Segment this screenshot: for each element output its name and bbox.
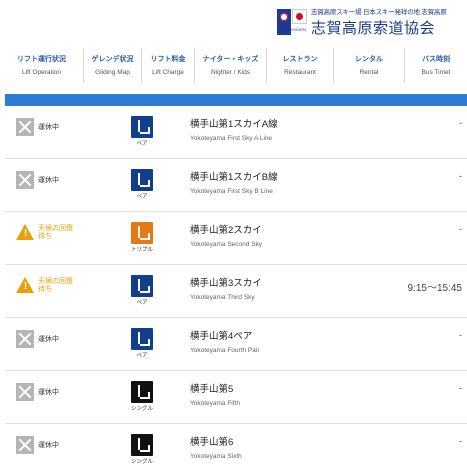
logo-title: 志賀高原索道協会 <box>311 19 436 37</box>
lift-name-en: Yokoteyama Fourth Pair <box>190 347 260 354</box>
operating-hours: - <box>459 330 462 340</box>
lift-name-en: Yokoteyama Second Sky <box>190 241 263 248</box>
chairlift-icon <box>131 169 153 191</box>
chairlift-icon <box>131 381 153 403</box>
status-label: 天候の回復待ち <box>38 225 73 240</box>
lift-row[interactable]: 運休中シングル 横手山第6 Yokoteyama Sixth - <box>5 424 467 474</box>
main-nav: リフト運行状況 Lift Operation ゲレンデ状況 Gliding Ma… <box>0 48 467 82</box>
operating-hours: - <box>459 224 462 234</box>
status-label: 運休中 <box>38 442 59 449</box>
nav-lift-charge[interactable]: リフト料金 Lift Charge <box>142 48 195 82</box>
operating-hours: - <box>459 118 462 128</box>
table-header-bar <box>5 94 467 106</box>
nav-nighter-kids[interactable]: ナイター・キッズ Nighter / Kids <box>195 48 267 82</box>
lift-row[interactable]: 運休中ペア 横手山第1スカイA線 Yokoteyama First Sky A Li… <box>5 106 467 159</box>
suspended-icon <box>16 171 34 189</box>
lift-name-en: Yokoteyama Fifth <box>190 400 240 407</box>
lift-name-en: Yokoteyama First Sky B Line <box>190 188 273 195</box>
logo-subtitle: 志賀高原スキー場 日本スキー発祥の地 志賀高原 <box>311 9 447 16</box>
lift-type-label: シングル <box>130 459 153 465</box>
suspended-icon <box>16 383 34 401</box>
status-label: 運休中 <box>38 177 59 184</box>
lift-name-jp[interactable]: 横手山第2スカイ <box>190 222 262 236</box>
lift-status-list: 運休中 ペア 横手山第1スカイA線 Yokoteyama First Sky A Li… <box>5 106 467 474</box>
lift-type-label: ペア <box>136 353 148 359</box>
lift-row[interactable]: 運休中シングル 横手山第5 Yokoteyama Fifth - <box>5 371 467 424</box>
lift-row[interactable]: 天候の回復待ちトリプル 横手山第2スカイ Yokoteyama Second Sky… <box>5 212 467 265</box>
lift-type-label: ペア <box>136 194 148 200</box>
site-logo[interactable]: SHIGA KOGEN 志賀高原スキー場 日本スキー発祥の地 志賀高原 志賀高原… <box>277 8 447 37</box>
lift-type-label: ペア <box>136 300 148 306</box>
lift-name-jp[interactable]: 横手山第5 <box>190 381 233 395</box>
lift-name-jp[interactable]: 横手山第6 <box>190 434 233 448</box>
lift-name-jp[interactable]: 横手山第1スカイA線 <box>190 116 278 130</box>
lift-row[interactable]: 運休中ペア 横手山第1スカイB線 Yokoteyama First Sky B Li… <box>5 159 467 212</box>
nav-rental[interactable]: レンタル Rental <box>334 48 405 82</box>
warning-icon <box>16 277 35 294</box>
status-label: 運休中 <box>38 124 59 131</box>
chairlift-icon <box>131 434 153 456</box>
nav-lift-operation[interactable]: リフト運行状況 Lift Operation <box>0 48 84 82</box>
chairlift-icon <box>131 275 153 297</box>
lift-name-jp[interactable]: 横手山第4ペア <box>190 328 252 342</box>
chairlift-icon <box>131 116 153 138</box>
logo-emblem-icon: SHIGA KOGEN <box>277 9 307 35</box>
lift-row[interactable]: 運休中ペア 横手山第4ペア Yokoteyama Fourth Pair - <box>5 318 467 371</box>
status-label: 運休中 <box>38 389 59 396</box>
lift-type-label: トリプル <box>130 247 153 253</box>
operating-hours: 9:15〜15:45 <box>407 283 463 294</box>
chairlift-icon <box>131 328 153 350</box>
nav-gliding-map[interactable]: ゲレンデ状況 Gliding Map <box>84 48 142 82</box>
warning-icon <box>16 224 35 241</box>
suspended-icon <box>16 436 34 454</box>
status-label: 運休中 <box>38 336 59 343</box>
lift-name-en: Yokoteyama Third Sky <box>190 294 255 301</box>
suspended-icon <box>16 330 34 348</box>
lift-name-jp[interactable]: 横手山第3スカイ <box>190 275 262 289</box>
suspended-icon <box>16 118 34 136</box>
status-label: 天候の回復待ち <box>38 278 73 293</box>
lift-type-label: ペア <box>136 141 148 147</box>
operating-hours: - <box>459 383 462 393</box>
nav-restaurant[interactable]: レストラン Restaurant <box>267 48 334 82</box>
operating-hours: - <box>459 171 462 181</box>
lift-type-label: シングル <box>130 406 153 412</box>
site-header: SHIGA KOGEN 志賀高原スキー場 日本スキー発祥の地 志賀高原 志賀高原… <box>0 0 467 40</box>
chairlift-icon <box>131 222 153 244</box>
lift-name-jp[interactable]: 横手山第1スカイB線 <box>190 169 278 183</box>
nav-bus-timetable[interactable]: バス時刻 Bus Timet <box>405 48 467 82</box>
lift-name-en: Yokoteyama First Sky A Line <box>190 135 273 142</box>
operating-hours: - <box>459 436 462 446</box>
lift-name-en: Yokoteyama Sixth <box>190 453 242 460</box>
lift-row[interactable]: 天候の回復待ちペア 横手山第3スカイ Yokoteyama Third Sky 9:1… <box>5 265 467 318</box>
